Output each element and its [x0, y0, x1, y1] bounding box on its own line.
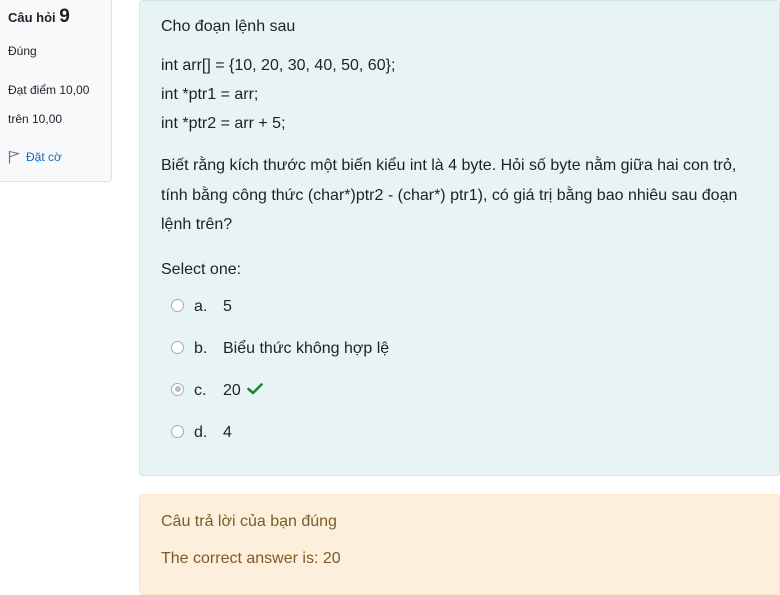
option-letter: d.: [194, 424, 208, 441]
option-text: 5: [223, 298, 232, 315]
option-text: Biểu thức không hợp lệ: [223, 340, 390, 357]
flag-icon: [8, 150, 20, 164]
radio-button[interactable]: [171, 340, 184, 354]
check-icon: [246, 382, 263, 400]
option-text: 20: [223, 382, 241, 399]
radio-button[interactable]: [171, 298, 184, 312]
question-label: Câu hỏi: [8, 10, 56, 25]
feedback-panel: Câu trả lời của bạn đúng The correct ans…: [139, 494, 780, 595]
radio-button-selected[interactable]: [171, 382, 184, 396]
question-title: Cho đoạn lệnh sau: [161, 18, 296, 35]
code-line-3: int *ptr2 = arr + 5;: [161, 115, 286, 132]
question-formulation: Cho đoạn lệnh sau int arr[] = {10, 20, 3…: [139, 0, 780, 476]
option-letter: c.: [194, 382, 207, 399]
question-state: Đúng: [8, 44, 37, 58]
feedback-message: Câu trả lời của bạn đúng: [161, 513, 337, 530]
flag-question-link[interactable]: Đặt cờ: [8, 150, 62, 164]
flag-label[interactable]: Đặt cờ: [26, 150, 62, 164]
radio-button[interactable]: [171, 424, 184, 438]
question-grade-max: trên 10,00: [8, 112, 63, 126]
question-number: Câu hỏi 9: [8, 6, 70, 28]
code-line-1: int arr[] = {10, 20, 30, 40, 50, 60};: [161, 57, 396, 74]
option-letter: b.: [194, 340, 208, 357]
option-c[interactable]: c. 20: [171, 379, 263, 403]
question-description: Biết rằng kích thước một biến kiểu int l…: [161, 157, 738, 233]
question-info-panel: Câu hỏi 9 Đúng Đạt điểm 10,00 trên 10,00…: [0, 0, 112, 182]
option-b[interactable]: b. Biểu thức không hợp lệ: [171, 337, 389, 361]
question-number-value: 9: [59, 6, 70, 27]
option-text: 4: [223, 424, 232, 441]
option-d[interactable]: d. 4: [171, 421, 232, 445]
code-line-2: int *ptr1 = arr;: [161, 86, 259, 103]
option-letter: a.: [194, 298, 208, 315]
option-a[interactable]: a. 5: [171, 295, 232, 319]
select-prompt: Select one:: [161, 261, 242, 278]
correct-answer-text: The correct answer is: 20: [161, 550, 341, 567]
question-grade: Đạt điểm 10,00: [8, 83, 90, 97]
